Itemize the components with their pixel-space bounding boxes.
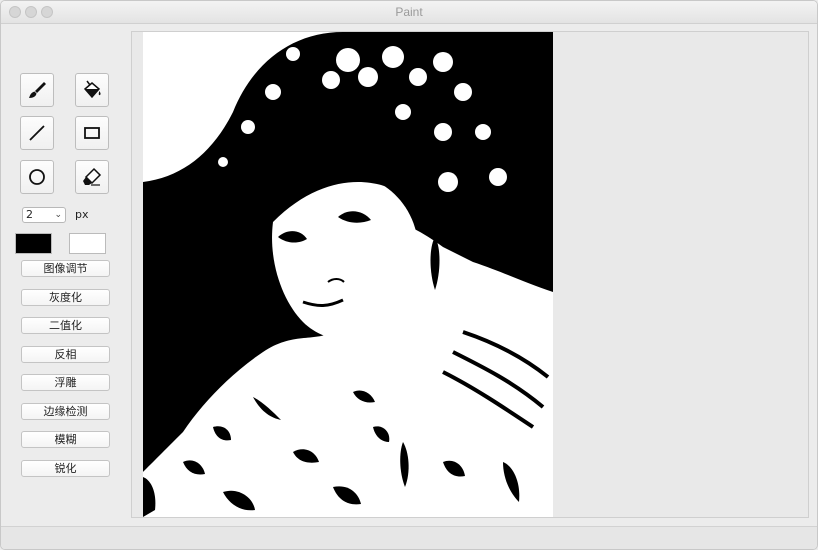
size-unit-label: px	[75, 208, 89, 221]
eraser-tool-button[interactable]	[75, 160, 109, 194]
rectangle-tool-button[interactable]	[75, 116, 109, 150]
chevron-down-icon: ⌄	[54, 210, 62, 220]
invert-button[interactable]: 反相	[21, 346, 110, 363]
ellipse-icon	[29, 169, 45, 185]
line-icon	[29, 125, 45, 141]
rectangle-icon	[84, 127, 100, 139]
sharpen-button[interactable]: 锐化	[21, 460, 110, 477]
window-title: Paint	[395, 5, 423, 19]
emboss-button[interactable]: 浮雕	[21, 374, 110, 391]
brush-icon	[29, 82, 46, 98]
brush-size-select[interactable]: 2 ⌄	[22, 207, 66, 223]
eraser-icon	[83, 167, 102, 186]
ellipse-tool-button[interactable]	[20, 160, 54, 194]
background-color-swatch[interactable]	[69, 233, 106, 254]
binarized-portrait-image	[143, 32, 553, 517]
fill-tool-button[interactable]	[75, 73, 109, 107]
line-tool-button[interactable]	[20, 116, 54, 150]
foreground-color-swatch[interactable]	[15, 233, 52, 254]
binarize-button[interactable]: 二值化	[21, 317, 110, 334]
image-adjust-button[interactable]: 图像调节	[21, 260, 110, 277]
drawing-canvas[interactable]	[143, 32, 553, 517]
blur-button[interactable]: 模糊	[21, 431, 110, 448]
status-bar	[1, 526, 817, 549]
brush-tool-button[interactable]	[20, 73, 54, 107]
brush-size-value: 2	[26, 208, 33, 221]
edge-detect-button[interactable]: 边缘检测	[21, 403, 110, 420]
app-window: Paint 2 ⌄ px 图像调节 灰度化 二值化 反相 浮雕 边缘检测 模糊 …	[0, 0, 818, 550]
fill-bucket-icon	[83, 80, 101, 99]
title-bar: Paint	[1, 1, 817, 24]
grayscale-button[interactable]: 灰度化	[21, 289, 110, 306]
